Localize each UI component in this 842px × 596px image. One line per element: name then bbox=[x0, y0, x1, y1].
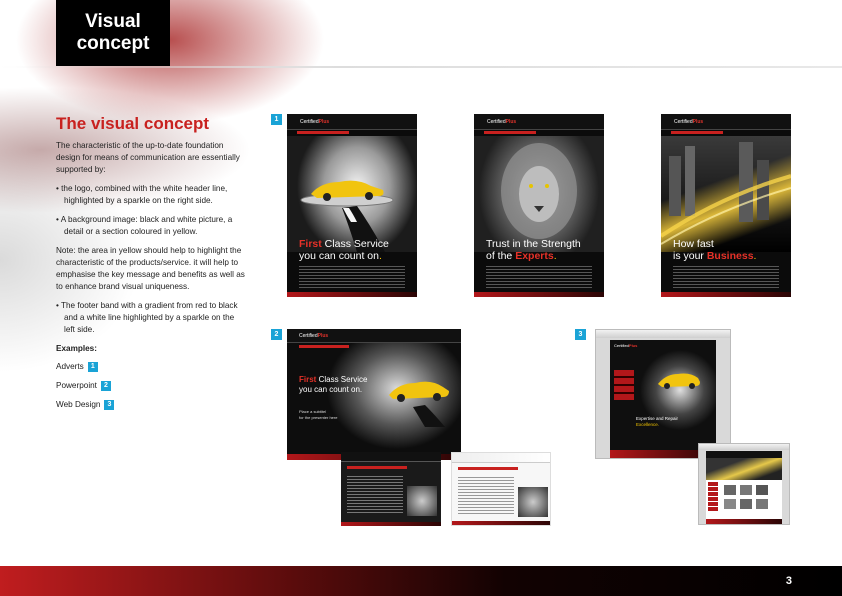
bullet-logo: • the logo, combined with the white head… bbox=[56, 184, 228, 205]
advert-poster-business: CertifiedPlus How fast is your Business. bbox=[661, 114, 791, 297]
slide-text-lines bbox=[347, 476, 403, 514]
website-thumbnail bbox=[756, 499, 768, 509]
poster-image-car-on-tray bbox=[287, 136, 417, 252]
slide-photo bbox=[407, 486, 437, 516]
slide-text-lines bbox=[458, 477, 514, 515]
poster-body-text bbox=[299, 266, 405, 288]
slide-photo bbox=[518, 487, 548, 517]
website-logo: CertifiedPlus bbox=[614, 343, 638, 348]
bullet-footer: • The footer band with a gradient from r… bbox=[56, 301, 238, 334]
example-label: Web Design bbox=[56, 400, 101, 409]
examples-title: Examples: bbox=[56, 344, 97, 353]
slide-red-line bbox=[299, 345, 349, 348]
slide-red-line bbox=[347, 466, 407, 469]
poster-image-city-lights bbox=[661, 136, 791, 252]
intro-text: The characteristic of the up-to-date fou… bbox=[56, 141, 240, 174]
section-title-line1: Visual bbox=[85, 11, 141, 32]
slide-footer-band bbox=[452, 521, 550, 525]
powerpoint-content-slide-light bbox=[451, 452, 551, 526]
poster-footer-band bbox=[287, 292, 417, 297]
advert-poster-service: CertifiedPlus First Class Service you ca… bbox=[287, 114, 417, 297]
slide-logo: CertifiedPlus bbox=[299, 333, 329, 339]
poster-headline: First Class Service you can count on. bbox=[299, 238, 389, 262]
description-column: The visual concept The characteristic of… bbox=[56, 114, 246, 418]
slide-footer-band bbox=[341, 522, 441, 526]
example-number-badge: 3 bbox=[104, 400, 115, 410]
example-label: Adverts bbox=[56, 362, 84, 371]
header-line bbox=[0, 66, 842, 68]
poster-image-lion bbox=[474, 136, 604, 252]
web-design-browser-small bbox=[698, 443, 790, 525]
website-banner bbox=[706, 458, 782, 480]
section-badge-1: 1 bbox=[271, 114, 282, 125]
poster-footer-band bbox=[474, 292, 604, 297]
poster-logo: CertifiedPlus bbox=[300, 119, 330, 125]
slide-red-line bbox=[458, 467, 518, 470]
slide-header bbox=[341, 452, 441, 462]
website-footer-band bbox=[706, 519, 782, 524]
poster-body-text bbox=[673, 266, 779, 288]
website-thumbnail bbox=[724, 485, 736, 495]
website-car-illustration bbox=[658, 373, 700, 389]
car-illustration bbox=[300, 180, 394, 252]
poster-red-line bbox=[297, 131, 349, 134]
poster-body-text bbox=[486, 266, 592, 288]
powerpoint-title-slide: CertifiedPlus First Class Service you ca… bbox=[287, 329, 461, 460]
footer-band bbox=[0, 566, 842, 596]
poster-headline: How fast is your Business. bbox=[673, 238, 757, 262]
website-nav-menu bbox=[614, 370, 634, 400]
page-heading: The visual concept bbox=[56, 114, 210, 133]
advert-poster-experts: CertifiedPlus Trust in the Strength of t… bbox=[474, 114, 604, 297]
browser-titlebar bbox=[699, 444, 789, 450]
example-number-badge: 1 bbox=[87, 362, 98, 372]
website-side-nav bbox=[708, 482, 718, 512]
bullet-background: • A background image: black and white pi… bbox=[56, 215, 233, 236]
website-thumbnail bbox=[740, 485, 752, 495]
website-page: CertifiedPlus Expertise and Repair Excel… bbox=[610, 340, 716, 458]
slide-subtitle: Place a subtitel for the presenter here bbox=[299, 409, 338, 420]
poster-footer-band bbox=[661, 292, 791, 297]
example-number-badge: 2 bbox=[100, 381, 111, 391]
website-thumbnail bbox=[740, 499, 752, 509]
slide-header bbox=[452, 453, 550, 463]
poster-headline: Trust in the Strength of the Experts. bbox=[486, 238, 581, 262]
section-badge-2: 2 bbox=[271, 329, 282, 340]
section-badge-3: 3 bbox=[575, 329, 586, 340]
section-title-line2: concept bbox=[76, 33, 150, 54]
powerpoint-content-slide-dark bbox=[341, 452, 441, 526]
website-tagline: Expertise and Repair Excellence. bbox=[636, 416, 679, 427]
example-adverts: Adverts 1 bbox=[56, 361, 246, 373]
city-illustration bbox=[661, 142, 791, 245]
web-design-browser-large: CertifiedPlus Expertise and Repair Excel… bbox=[595, 329, 731, 459]
lion-illustration bbox=[501, 143, 577, 239]
page-number: 3 bbox=[785, 575, 792, 587]
section-title-box: Visual concept bbox=[56, 0, 170, 66]
slide-headline: First Class Service you can count on. bbox=[299, 375, 368, 394]
website-subpage bbox=[706, 451, 782, 524]
browser-titlebar bbox=[596, 330, 730, 338]
website-thumbnail bbox=[756, 485, 768, 495]
website-header bbox=[706, 451, 782, 458]
poster-red-line bbox=[671, 131, 723, 134]
note-text: Note: the area in yellow should help to … bbox=[56, 246, 245, 291]
example-powerpoint: Powerpoint 2 bbox=[56, 380, 246, 392]
slide-car-illustration bbox=[389, 381, 449, 427]
example-web-design: Web Design 3 bbox=[56, 399, 246, 411]
website-thumbnail bbox=[724, 499, 736, 509]
poster-logo: CertifiedPlus bbox=[487, 119, 517, 125]
poster-logo: CertifiedPlus bbox=[674, 119, 704, 125]
poster-red-line bbox=[484, 131, 536, 134]
example-label: Powerpoint bbox=[56, 381, 97, 390]
